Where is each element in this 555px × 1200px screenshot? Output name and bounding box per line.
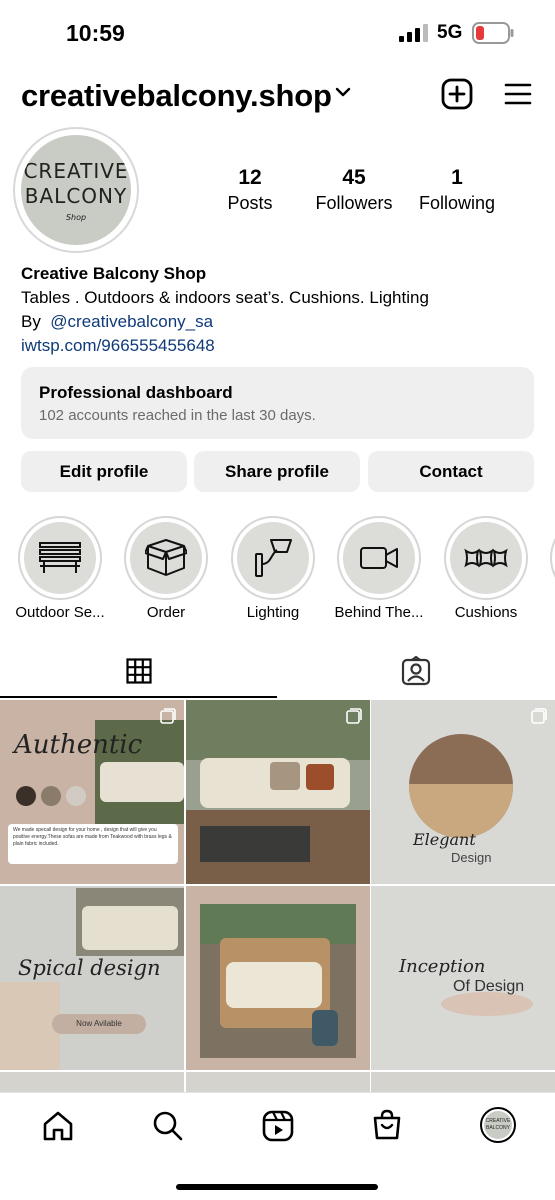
- active-tab-indicator: [0, 696, 277, 698]
- post-partial-3[interactable]: [371, 1072, 555, 1092]
- cellular-signal-icon: [399, 24, 428, 42]
- post-inception-title: Inception: [399, 956, 486, 977]
- bio: Creative Balcony Shop Tables . Outdoors …: [21, 262, 429, 358]
- menu-icon[interactable]: [504, 82, 532, 106]
- battery-low-icon: [472, 22, 514, 44]
- post-authentic-title: Authentic: [14, 730, 143, 760]
- highlight-lighting[interactable]: Lighting: [231, 516, 315, 621]
- multiple-images-icon: [160, 708, 176, 724]
- logo-text-line1: CREATIVE: [23, 159, 129, 183]
- posts-grid: Authentic We made specail design for you…: [0, 700, 555, 1092]
- wall-lamp-icon: [255, 539, 292, 577]
- edit-profile-button[interactable]: Edit profile: [21, 451, 187, 492]
- home-indicator: [176, 1184, 378, 1190]
- stat-followers[interactable]: 45 Followers: [299, 166, 409, 214]
- status-bar: 10:59 5G: [0, 0, 555, 62]
- profile-header: creativebalcony.shop: [0, 74, 555, 118]
- shop-icon[interactable]: [372, 1109, 402, 1141]
- reels-icon[interactable]: [262, 1110, 294, 1142]
- dashboard-title: Professional dashboard: [39, 383, 233, 402]
- professional-dashboard[interactable]: Professional dashboard 102 accounts reac…: [21, 367, 534, 439]
- stat-following-label: Following: [418, 193, 496, 213]
- search-icon[interactable]: [152, 1110, 184, 1142]
- contact-button[interactable]: Contact: [368, 451, 534, 492]
- profile-avatar[interactable]: CREATIVE BALCONY Shop: [13, 127, 139, 253]
- highlight-order[interactable]: Order: [124, 516, 208, 621]
- highlight-outdoor[interactable]: Outdoor Se...: [15, 516, 105, 621]
- post-spical-design[interactable]: Spical design Now Avilable: [0, 886, 184, 1070]
- website-link[interactable]: iwtsp.com/966555455648: [21, 334, 429, 358]
- dashboard-subtitle: 102 accounts reached in the last 30 days…: [39, 407, 316, 424]
- bio-by-label: By: [21, 312, 41, 331]
- bio-description: Tables . Outdoors & indoors seat’s. Cush…: [21, 288, 429, 307]
- post-elegant[interactable]: Elegant Design: [371, 700, 555, 884]
- highlight-behind-the-scenes[interactable]: Behind The...: [335, 516, 423, 621]
- highlight-more[interactable]: [550, 516, 555, 600]
- profile-tab-logo: CREATIVE BALCONY: [484, 1111, 512, 1139]
- profile-tabs: [0, 648, 555, 700]
- post-authentic-text: We made specail design for your home , d…: [8, 824, 178, 864]
- highlight-behind-the-scenes-label: Behind The...: [334, 604, 424, 621]
- network-type: 5G: [437, 22, 463, 43]
- display-name: Creative Balcony Shop: [21, 264, 207, 283]
- post-spical-title: Spical design: [18, 956, 161, 980]
- profile-tab-avatar[interactable]: CREATIVE BALCONY: [480, 1107, 516, 1143]
- post-elegant-subtitle: Design: [451, 850, 492, 865]
- status-time: 10:59: [66, 20, 125, 46]
- multiple-images-icon: [531, 708, 547, 724]
- post-chair[interactable]: [186, 886, 370, 1070]
- highlight-cushions[interactable]: Cushions: [444, 516, 528, 621]
- stat-posts-label: Posts: [227, 193, 273, 213]
- video-camera-icon: [360, 547, 398, 569]
- mention-link[interactable]: @creativebalcony_sa: [50, 312, 213, 331]
- post-partial-1[interactable]: [0, 1072, 184, 1092]
- stat-posts[interactable]: 12 Posts: [195, 166, 305, 214]
- post-spical-badge: Now Avilable: [52, 1014, 146, 1034]
- logo-text-line2: BALCONY: [24, 184, 128, 208]
- post-authentic[interactable]: Authentic We made specail design for you…: [0, 700, 184, 884]
- logo-text-line3: Shop: [65, 213, 87, 222]
- tagged-icon[interactable]: [401, 656, 431, 686]
- home-icon[interactable]: [42, 1111, 74, 1141]
- new-post-icon[interactable]: [441, 78, 473, 110]
- avatar-logo: CREATIVE BALCONY Shop: [21, 135, 131, 245]
- box-icon: [145, 539, 187, 576]
- highlight-cushions-label: Cushions: [454, 604, 518, 621]
- stat-posts-value: 12: [238, 166, 262, 189]
- post-sofa[interactable]: [186, 700, 370, 884]
- cushions-icon: [464, 548, 508, 568]
- post-inception-subtitle: Of Design: [453, 978, 525, 995]
- stat-following[interactable]: 1 Following: [402, 166, 512, 214]
- highlight-order-label: Order: [146, 604, 186, 621]
- multiple-images-icon: [346, 708, 362, 724]
- account-switcher[interactable]: creativebalcony.shop: [21, 78, 332, 114]
- stat-followers-label: Followers: [315, 193, 393, 213]
- bench-icon: [39, 542, 81, 573]
- stat-following-value: 1: [451, 166, 463, 189]
- profile-tab-logo-line1: CREATIVE: [485, 1118, 511, 1124]
- chevron-down-icon[interactable]: [335, 86, 351, 98]
- share-profile-button[interactable]: Share profile: [194, 451, 360, 492]
- stat-followers-value: 45: [342, 166, 366, 189]
- post-partial-2[interactable]: [186, 1072, 370, 1092]
- post-elegant-title: Elegant: [413, 830, 476, 849]
- post-inception[interactable]: Inception Of Design: [371, 886, 555, 1070]
- grid-icon[interactable]: [126, 658, 152, 684]
- profile-tab-logo-line2: BALCONY: [486, 1125, 510, 1131]
- bio-mention-line: By @creativebalcony_sa: [21, 310, 429, 334]
